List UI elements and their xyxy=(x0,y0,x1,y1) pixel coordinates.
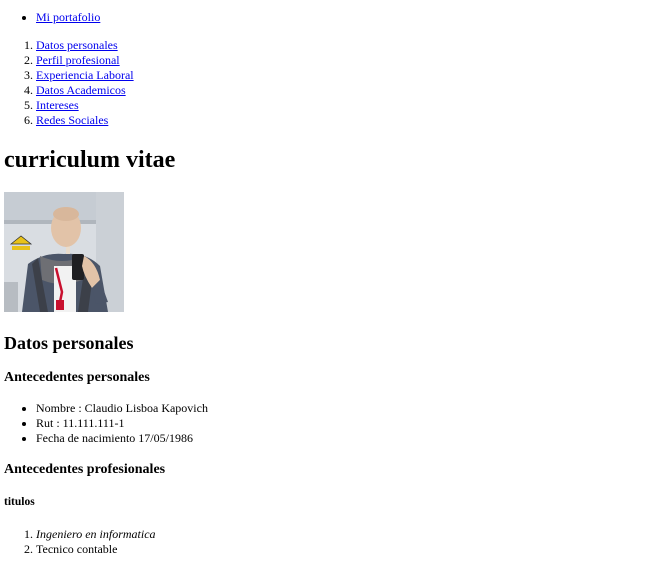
list-item: Rut : 11.111.111-1 xyxy=(36,416,644,431)
titles-heading: titulos xyxy=(4,496,35,508)
section-link-datos-personales[interactable]: Datos personales xyxy=(36,38,118,52)
sections-nav-item: Experiencia Laboral xyxy=(36,68,644,83)
profile-photo-image xyxy=(4,192,124,312)
sections-nav-list: Datos personales Perfil profesional Expe… xyxy=(4,38,644,128)
sections-nav-item: Redes Sociales xyxy=(36,113,644,128)
section-link-experiencia-laboral[interactable]: Experiencia Laboral xyxy=(36,68,134,82)
top-nav-list: Mi portafolio xyxy=(4,10,644,25)
page-title: curriculum vitae xyxy=(4,147,176,173)
personal-background-heading: Antecedentes personales xyxy=(4,370,150,385)
titles-list: Ingeniero en informatica Tecnico contabl… xyxy=(4,527,644,557)
professional-background-heading: Antecedentes profesionales xyxy=(4,462,166,477)
sections-nav-item: Datos personales xyxy=(36,38,644,53)
section-link-intereses[interactable]: Intereses xyxy=(36,98,79,112)
top-nav: Mi portafolio xyxy=(4,10,644,25)
section-link-datos-academicos[interactable]: Datos Academicos xyxy=(36,83,126,97)
section-link-redes-sociales[interactable]: Redes Sociales xyxy=(36,113,108,127)
personal-info-items: Nombre : Claudio Lisboa Kapovich Rut : 1… xyxy=(4,401,644,446)
title-item-text: Ingeniero en informatica xyxy=(36,527,156,541)
sections-nav-item: Datos Academicos xyxy=(36,83,644,98)
list-item: Nombre : Claudio Lisboa Kapovich xyxy=(36,401,644,416)
list-item: Fecha de nacimiento 17/05/1986 xyxy=(36,431,644,446)
list-item: Ingeniero en informatica xyxy=(36,527,644,542)
personal-data-heading: Datos personales xyxy=(4,333,134,353)
list-item: Tecnico contable xyxy=(36,542,644,557)
sections-nav: Datos personales Perfil profesional Expe… xyxy=(4,38,644,128)
sections-nav-item: Perfil profesional xyxy=(36,53,644,68)
titles-items: Ingeniero en informatica Tecnico contabl… xyxy=(4,527,644,557)
sections-nav-item: Intereses xyxy=(36,98,644,113)
top-nav-item: Mi portafolio xyxy=(36,10,644,25)
profile-photo xyxy=(4,192,124,312)
personal-info-list: Nombre : Claudio Lisboa Kapovich Rut : 1… xyxy=(4,401,644,446)
portfolio-link[interactable]: Mi portafolio xyxy=(36,10,100,24)
section-link-perfil-profesional[interactable]: Perfil profesional xyxy=(36,53,120,67)
